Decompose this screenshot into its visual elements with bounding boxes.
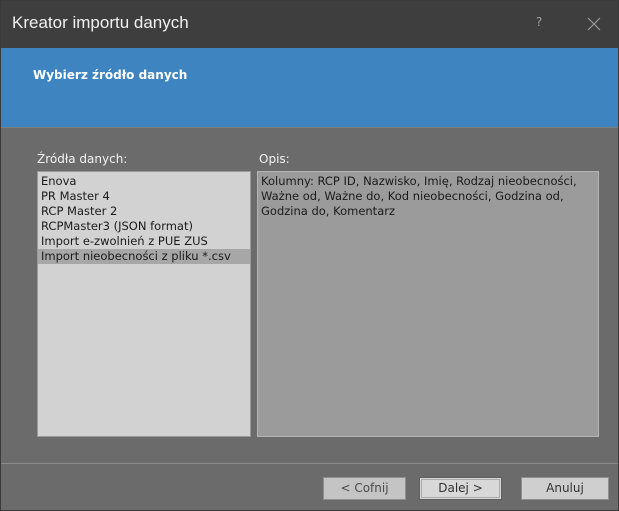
description-box: Kolumny: RCP ID, Nazwisko, Imię, Rodzaj … [257,171,599,437]
close-button[interactable] [583,13,605,35]
description-text: Kolumny: RCP ID, Nazwisko, Imię, Rodzaj … [261,174,577,218]
wizard-header-banner: Wybierz źródło danych [1,48,618,127]
cancel-button[interactable]: Anuluj [521,477,609,500]
source-item-pue-zus[interactable]: Import e-zwolnień z PUE ZUS [38,234,250,249]
source-item-csv-import[interactable]: Import nieobecności z pliku *.csv [38,249,250,264]
source-item-rcpmaster3-json[interactable]: RCPMaster3 (JSON format) [38,219,250,234]
step-title: Wybierz źródło danych [33,68,188,82]
close-icon [587,17,601,31]
import-wizard-window: Kreator importu danych ? Wybierz źródło … [0,0,619,511]
next-button[interactable]: Dalej > [419,477,502,500]
back-button[interactable]: < Cofnij [323,477,406,500]
sources-label: Źródła danych: [37,152,128,166]
source-item-rcp-master-2[interactable]: RCP Master 2 [38,204,250,219]
title-bar[interactable]: Kreator importu danych ? [1,1,618,48]
source-item-pr-master-4[interactable]: PR Master 4 [38,189,250,204]
sources-listbox[interactable]: Enova PR Master 4 RCP Master 2 RCPMaster… [37,171,251,437]
help-button[interactable]: ? [531,15,547,33]
window-title: Kreator importu danych [12,13,189,32]
source-item-enova[interactable]: Enova [38,174,250,189]
description-label: Opis: [259,152,290,166]
